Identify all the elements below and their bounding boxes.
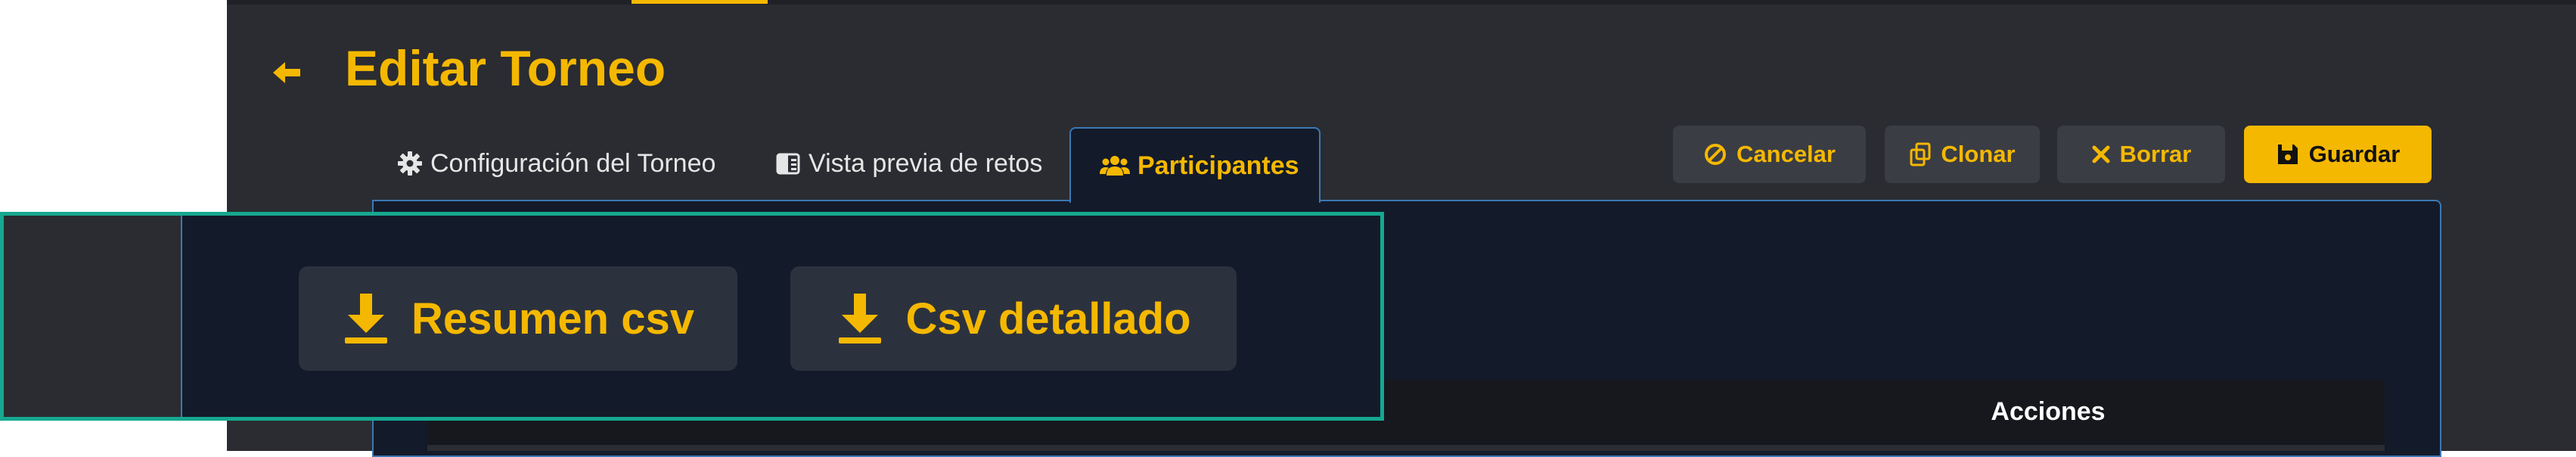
arrow-left-icon	[273, 62, 300, 83]
cancel-label: Cancelar	[1736, 141, 1836, 167]
cancel-button[interactable]: Cancelar	[1673, 126, 1866, 183]
highlight-region: Resumen csv Csv detallado	[0, 212, 1384, 421]
save-icon	[2277, 145, 2298, 164]
tab-vista-previa[interactable]: Vista previa de retos	[775, 127, 1042, 200]
download-summary-label: Resumen csv	[411, 294, 694, 344]
tab-label: Participantes	[1137, 151, 1299, 180]
download-icon	[345, 294, 387, 344]
tab-participantes[interactable]: Participantes	[1069, 127, 1321, 203]
download-detailed-label: Csv detallado	[905, 294, 1191, 344]
page-title: Editar Torneo	[345, 40, 666, 96]
top-accent-bar	[632, 0, 768, 4]
delete-button[interactable]: Borrar	[2057, 126, 2225, 183]
save-label: Guardar	[2308, 141, 2401, 167]
tab-label: Vista previa de retos	[808, 148, 1043, 178]
gear-icon	[398, 151, 422, 176]
clone-icon	[1910, 142, 1931, 166]
table-header-divider	[427, 445, 2385, 451]
delete-label: Borrar	[2119, 141, 2192, 167]
top-strip	[227, 0, 2576, 5]
back-button[interactable]	[268, 54, 305, 91]
clone-button[interactable]: Clonar	[1885, 126, 2040, 183]
download-detailed-csv-button[interactable]: Csv detallado	[790, 266, 1237, 371]
download-summary-csv-button[interactable]: Resumen csv	[299, 266, 737, 371]
save-button[interactable]: Guardar	[2244, 126, 2432, 183]
column-header-acciones: Acciones	[1991, 397, 2106, 426]
download-icon	[839, 294, 882, 344]
ban-icon	[1705, 144, 1727, 165]
highlight-sidebar-area	[4, 216, 182, 417]
tab-configuracion[interactable]: Configuración del Torneo	[397, 127, 715, 200]
preview-icon	[776, 153, 800, 175]
tab-label: Configuración del Torneo	[430, 148, 716, 178]
clone-label: Clonar	[1941, 141, 2016, 167]
users-icon	[1100, 156, 1130, 176]
close-icon	[2092, 145, 2110, 163]
